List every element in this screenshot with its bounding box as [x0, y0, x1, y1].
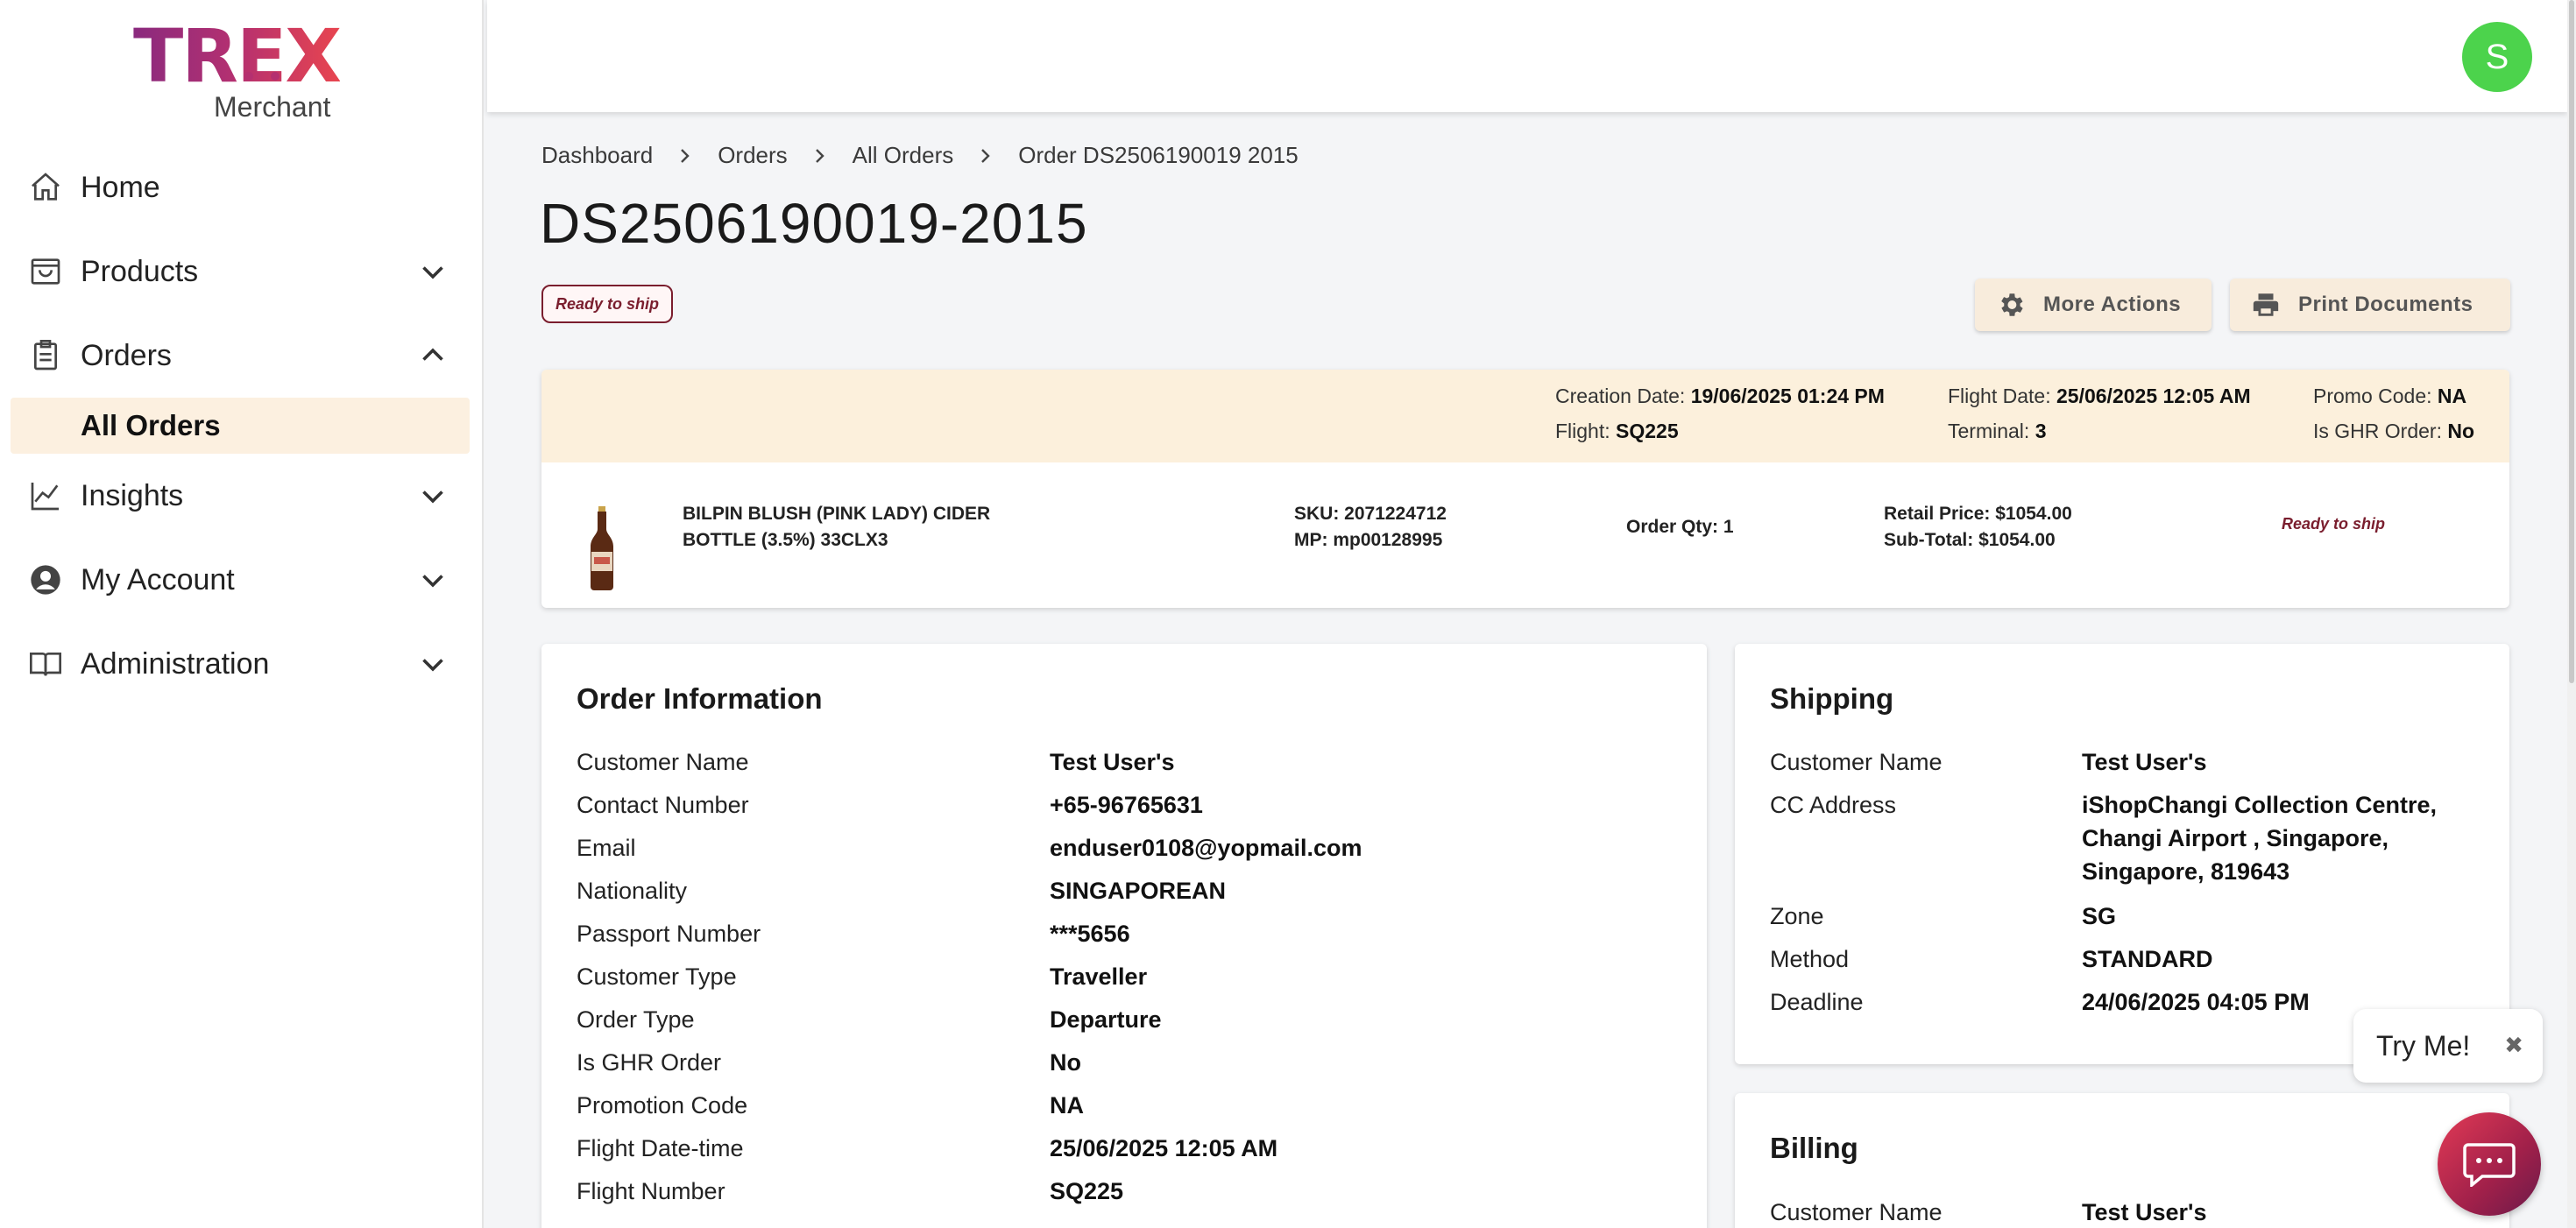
- chevron-down-icon[interactable]: [417, 480, 449, 512]
- sidebar-item-administration[interactable]: Administration: [0, 622, 484, 706]
- sidebar-item-all-orders[interactable]: All Orders: [11, 398, 470, 454]
- breadcrumb-current-order: Order DS2506190019 2015: [1018, 142, 1299, 168]
- promo-code: Promo Code: NA: [2313, 385, 2467, 407]
- close-icon[interactable]: ✖: [2504, 1032, 2523, 1059]
- chevron-down-icon[interactable]: [417, 564, 449, 596]
- order-information-title: Order Information: [577, 682, 823, 715]
- page-title: DS2506190019-2015: [540, 192, 1088, 255]
- sidebar-item-label: Products: [81, 254, 199, 288]
- breadcrumb-orders[interactable]: Orders: [718, 142, 787, 169]
- sidebar-item-label: Administration: [81, 646, 270, 681]
- sidebar-item-orders[interactable]: Orders: [0, 314, 484, 398]
- logo-subtext: Merchant: [214, 91, 331, 123]
- printer-icon: [2253, 293, 2279, 316]
- flight-date: Flight Date: 25/06/2025 12:05 AM: [1948, 385, 2251, 407]
- try-me-widget[interactable]: Try Me! ✖: [2353, 1009, 2543, 1083]
- product-bottle-image[interactable]: [589, 506, 615, 590]
- cart-wheels-icon: [244, 72, 280, 81]
- user-avatar[interactable]: S: [2462, 22, 2532, 92]
- chevron-up-icon[interactable]: [417, 340, 449, 371]
- chevron-right-icon: [681, 148, 690, 163]
- shipping-title: Shipping: [1770, 682, 1894, 715]
- sidebar-item-label: My Account: [81, 562, 235, 596]
- gear-icon: [2001, 293, 2023, 316]
- book-icon: [26, 645, 65, 683]
- chat-button[interactable]: [2438, 1112, 2541, 1216]
- order-line-item: BILPIN BLUSH (PINK LADY) CIDER BOTTLE (3…: [541, 462, 2509, 608]
- shipping-row: CC Address iShopChangi Collection Centre,…: [1770, 792, 2438, 885]
- chart-line-icon: [26, 476, 65, 515]
- flight: Flight: SQ225: [1555, 420, 1679, 442]
- shipping-panel: Shipping Customer Name Test User's CC Add…: [1735, 644, 2509, 1064]
- chevron-down-icon[interactable]: [417, 648, 449, 680]
- product-identifiers: SKU: 2071224712 MP: mp00128995: [1294, 504, 1447, 550]
- sidebar-item-products[interactable]: Products: [0, 229, 484, 314]
- billing-title: Billing: [1770, 1132, 1858, 1164]
- more-actions-button[interactable]: More Actions: [1975, 279, 2212, 331]
- trex-merchant-logo[interactable]: TREX Merchant: [131, 13, 359, 123]
- try-me-label: Try Me!: [2376, 1029, 2471, 1062]
- product-name: BILPIN BLUSH (PINK LADY) CIDER BOTTLE (3…: [683, 504, 991, 550]
- order-quantity: Order Qty: 1: [1626, 517, 1734, 537]
- status-badge: Ready to ship: [541, 285, 674, 323]
- more-actions-label: More Actions: [2043, 293, 2182, 316]
- sidebar-item-my-account[interactable]: My Account: [0, 538, 484, 622]
- user-circle-icon: [26, 561, 65, 599]
- sidebar-item-label: Home: [81, 170, 160, 204]
- logo-text: TREX: [133, 13, 342, 99]
- sidebar-item-insights[interactable]: Insights: [0, 454, 484, 538]
- breadcrumb-dashboard[interactable]: Dashboard: [541, 142, 653, 169]
- print-documents-label: Print Documents: [2298, 293, 2473, 316]
- order-summary-header: Creation Date: 19/06/2025 01:24 PM Fligh…: [541, 370, 2509, 462]
- top-bar: S: [487, 0, 2567, 112]
- product-pricing: Retail Price: $1054.00 Sub-Total: $1054.…: [1884, 504, 2072, 550]
- home-icon: [26, 168, 65, 207]
- clipboard-icon: [26, 336, 65, 375]
- terminal: Terminal: 3: [1948, 420, 2047, 442]
- chat-bubble-icon: [2463, 1143, 2516, 1187]
- sidebar-item-label: Insights: [81, 478, 184, 512]
- chevron-down-icon[interactable]: [417, 256, 449, 287]
- sidebar-item-home[interactable]: Home: [0, 145, 484, 229]
- creation-date: Creation Date: 19/06/2025 01:24 PM: [1555, 385, 1885, 407]
- order-information-panel: Order Information Customer Name Test User…: [541, 644, 1707, 1228]
- chevron-right-icon: [981, 148, 990, 163]
- scrollbar-thumb[interactable]: [2569, 0, 2574, 683]
- shopping-bag-icon: [26, 252, 65, 291]
- print-documents-button[interactable]: Print Documents: [2230, 279, 2510, 331]
- sidebar-item-label: Orders: [81, 338, 172, 372]
- sidebar-nav: Home Products Orders All Orders Insights: [0, 145, 484, 706]
- order-summary-card: Creation Date: 19/06/2025 01:24 PM Fligh…: [541, 370, 2509, 608]
- billing-panel: Billing Customer Name Test User's: [1735, 1093, 2509, 1228]
- breadcrumb: Dashboard Orders All Orders Order DS2506…: [541, 142, 1299, 169]
- sidebar-item-label: All Orders: [81, 409, 221, 441]
- is-ghr-order: Is GHR Order: No: [2313, 420, 2475, 442]
- breadcrumb-all-orders[interactable]: All Orders: [853, 142, 954, 169]
- chevron-right-icon: [815, 148, 824, 163]
- page-scrollbar[interactable]: [2567, 0, 2576, 1228]
- sidebar: TREX Merchant Home Products Orders All O…: [0, 0, 484, 1228]
- line-status: Ready to ship: [2282, 515, 2386, 533]
